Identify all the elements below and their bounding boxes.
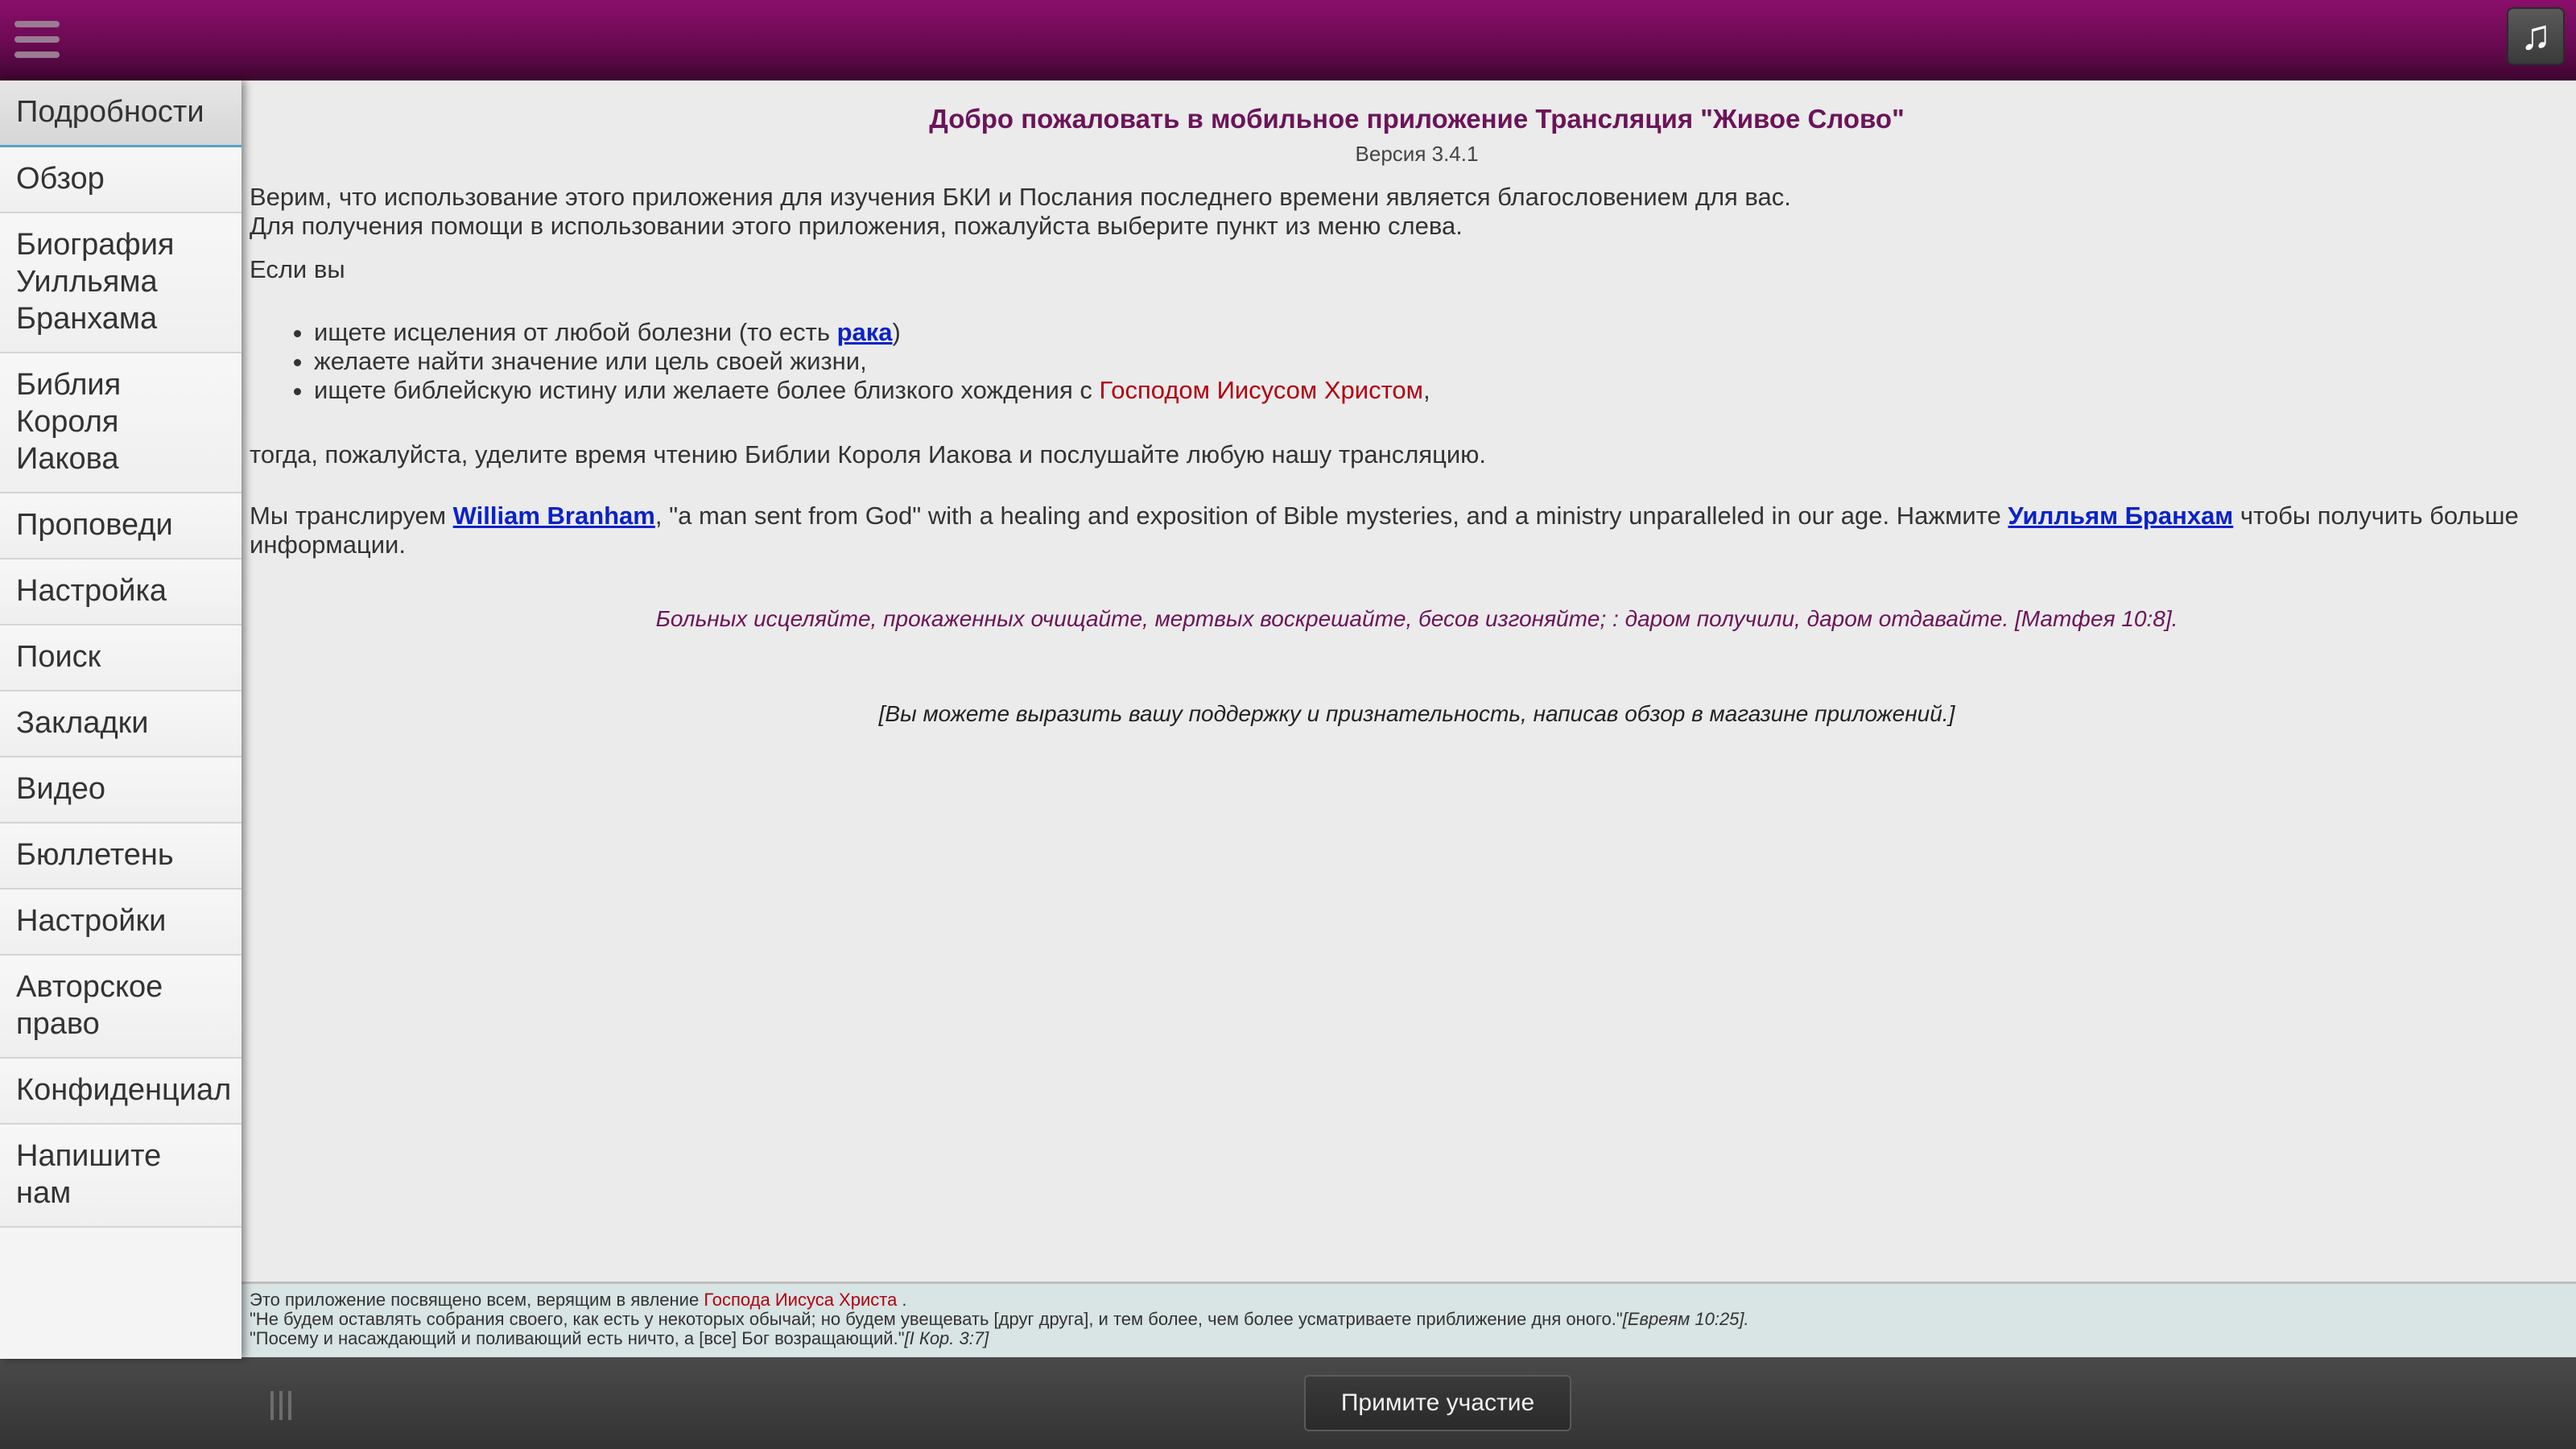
list-item: ищете исцеления от любой болезни (то ест… [314,318,2568,347]
sidebar-item-label: Настройка [16,574,167,608]
sidebar-item-label: Напишите нам [16,1139,162,1210]
sidebar-item-label: Проповеди [16,508,173,542]
participate-button[interactable]: Примите участие [1304,1375,1571,1431]
sidebar-item-biography[interactable]: Биография Уилльяма Бранхама [0,213,242,353]
sidebar-item-sermons[interactable]: Проповеди [0,493,242,559]
music-note-icon[interactable]: ♫ [2507,7,2565,65]
sidebar-item-label: Библия Короля Иакова [16,368,122,476]
support-note: [Вы можете выразить вашу поддержку и при… [878,701,1955,726]
intro-line-2: Для получения помощи в использовании это… [250,212,1463,240]
branham-ru-link[interactable]: Уилльям Бранхам [2008,502,2233,530]
list-item-text: ищете библейскую истину или желаете боле… [314,376,1100,404]
footer-line-2: "Не будем оставлять собрания своего, как… [250,1310,2576,1329]
sidebar-menu: Подробности Обзор Биография Уилльяма Бра… [0,80,242,1359]
drag-handle-icon[interactable] [270,1391,295,1420]
page-title: Добро пожаловать в мобильное приложение … [929,104,1905,134]
intro-line-1: Верим, что использование этого приложени… [250,183,1791,211]
list-item-text: ищете исцеления от любой болезни (то ест… [314,318,837,346]
list-item-text: ) [892,318,901,346]
list-item: желаете найти значение или цель своей жи… [314,347,2568,376]
sidebar-item-label: Настройки [16,904,167,938]
app-header: ♫ [0,0,2576,80]
sidebar-item-label: Конфиденциал [16,1073,232,1107]
sidebar-item-copyright[interactable]: Авторское право [0,956,242,1059]
sidebar-item-label: Биография Уилльяма Бранхама [16,228,175,336]
sidebar-item-label: Закладки [16,706,149,740]
sidebar-item-label: Авторское право [16,970,163,1041]
sidebar-item-overview[interactable]: Обзор [0,147,242,213]
footer-text: . [897,1290,907,1310]
footer-lord-text: Господа Иисуса Христа [704,1290,898,1310]
footer-text: "Посему и насаждающий и поливающий есть … [250,1328,905,1348]
sidebar-item-details[interactable]: Подробности [0,80,242,147]
footer-line-1: Это приложение посвящено всем, верящим в… [250,1290,2576,1310]
sidebar-item-setup[interactable]: Настройка [0,559,242,625]
list-item-text: желаете найти значение или цель своей жи… [314,347,867,375]
if-you-text: Если вы [250,255,345,283]
dedication-footer: Это приложение посвящено всем, верящим в… [242,1282,2576,1357]
sidebar-item-settings[interactable]: Настройки [0,890,242,956]
hamburger-menu-icon[interactable] [14,21,60,58]
lord-jesus-christ-text: Господом Иисусом Христом [1099,376,1423,404]
sidebar-item-kjv-bible[interactable]: Библия Короля Иакова [0,353,242,493]
version-label: Версия 3.4.1 [1355,142,1479,166]
footer-text: Это приложение посвящено всем, верящим в… [250,1290,704,1310]
then-text: тогда, пожалуйста, уделите время чтению … [250,440,1487,469]
list-item-text: , [1422,376,1430,404]
broadcast-text-part: , "a man sent from God" with a healing a… [654,502,2008,530]
sidebar-item-label: Бюллетень [16,838,174,872]
sidebar-item-bookmarks[interactable]: Закладки [0,691,242,758]
bottom-toolbar: Примите участие [0,1357,2576,1449]
scripture-quote: Больных исцеляйте, прокаженных очищайте,… [655,606,2178,631]
footer-reference: [Евреям 10:25]. [1622,1309,1749,1329]
reasons-list: ищете исцеления от любой болезни (то ест… [314,318,2568,405]
cancer-link[interactable]: рака [837,318,893,346]
william-branham-link[interactable]: William Branham [453,502,655,530]
footer-line-3: "Посему и насаждающий и поливающий есть … [250,1329,2576,1348]
footer-text: "Не будем оставлять собрания своего, как… [250,1309,1623,1329]
broadcast-text: Мы транслируем William Branham, "a man s… [250,502,2568,559]
sidebar-item-label: Обзор [16,162,105,196]
sidebar-item-label: Видео [16,772,106,806]
broadcast-text-part: Мы транслируем [250,502,453,530]
sidebar-item-privacy[interactable]: Конфиденциал [0,1059,242,1125]
sidebar-item-video[interactable]: Видео [0,758,242,824]
sidebar-item-contact-us[interactable]: Напишите нам [0,1125,242,1228]
sidebar-item-search[interactable]: Поиск [0,625,242,691]
sidebar-item-newsletter[interactable]: Бюллетень [0,824,242,890]
footer-reference: [I Кор. 3:7] [904,1328,989,1348]
intro-text: Верим, что использование этого приложени… [250,183,2568,241]
main-content: Добро пожаловать в мобильное приложение … [242,80,2576,1282]
sidebar-item-label: Подробности [16,95,204,129]
list-item: ищете библейскую истину или желаете боле… [314,376,2568,405]
sidebar-item-label: Поиск [16,640,101,674]
